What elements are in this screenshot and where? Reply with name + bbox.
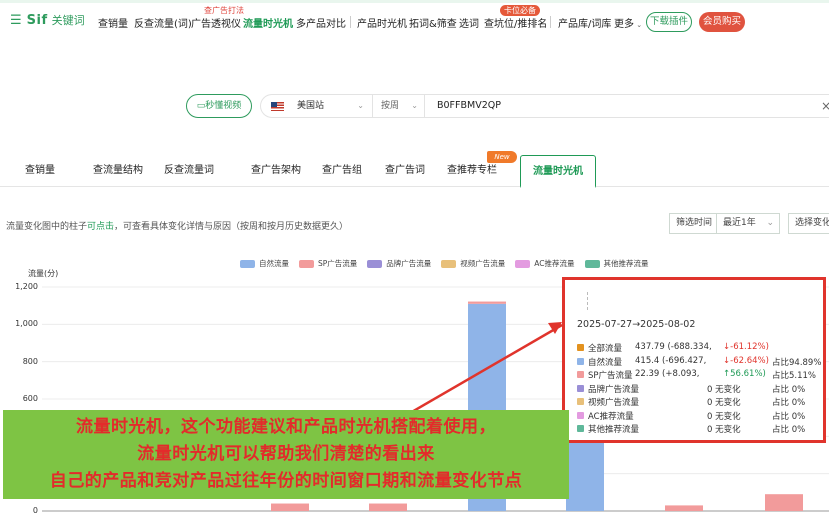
tooltip-row: 品牌广告流量 0 无变化 占比 0% xyxy=(577,383,822,395)
tooltip-date: 2025-07-27→2025-08-02 xyxy=(577,319,696,330)
tooltip-value: 437.79 (-688.334, xyxy=(635,342,712,352)
tooltip-series-name: 品牌广告流量 xyxy=(588,384,640,395)
tooltip-value: 0 无变化 xyxy=(707,411,741,422)
tooltip-value: 0 无变化 xyxy=(707,398,741,408)
banner-line-2: 流量时光机可以帮助我们清楚的看出来 xyxy=(137,444,435,464)
tooltip-share: 占比 0% xyxy=(772,384,806,395)
tooltip-series-name: 视频广告流量 xyxy=(588,398,640,408)
tooltip-series-name: 其他推荐流量 xyxy=(588,425,640,435)
bar-segment-1[interactable] xyxy=(271,503,309,511)
tooltip-row: 自然流量 415.4 (-696.427, ↓-62.64%) 占比94.89% xyxy=(577,356,822,368)
tooltip-swatch xyxy=(577,411,584,419)
tooltip-series-name: AC推荐流量 xyxy=(588,411,634,422)
tooltip-value: 415.4 (-696.427, xyxy=(635,355,707,366)
tooltip-row: 视频广告流量 0 无变化 占比 0% xyxy=(577,396,822,408)
tooltip-value: 0 无变化 xyxy=(707,425,741,435)
tooltip-swatch xyxy=(577,344,584,351)
tooltip-pointer-line xyxy=(587,292,588,310)
tooltip-swatch xyxy=(577,398,584,405)
bar-segment-0[interactable] xyxy=(566,433,604,511)
tooltip-percent-change: ↑56.61%) xyxy=(723,369,766,379)
bar-segment-1[interactable] xyxy=(468,301,506,304)
annotation-banner: 流量时光机，这个功能建议和产品时光机搭配着使用， 流量时光机可以帮助我们清楚的看… xyxy=(3,410,569,499)
tooltip-swatch xyxy=(577,425,584,432)
banner-line-1: 流量时光机，这个功能建议和产品时光机搭配着使用， xyxy=(76,417,496,437)
banner-line-3: 自己的产品和竞对产品过往年份的时间窗口期和流量变化节点 xyxy=(49,471,523,491)
tooltip-share: 占比 0% xyxy=(772,398,806,408)
tooltip-percent-change: ↓-61.12%) xyxy=(723,342,769,352)
tooltip-row: 其他推荐流量 0 无变化 占比 0% xyxy=(577,423,822,435)
bar-segment-1[interactable] xyxy=(665,505,703,511)
tooltip-swatch xyxy=(577,357,584,365)
chart-tooltip: 2025-07-27→2025-08-02 全部流量 437.79 (-688.3… xyxy=(562,277,826,443)
tooltip-share: 占比 0% xyxy=(772,411,806,422)
tooltip-percent-change: ↓-62.64%) xyxy=(723,355,769,366)
bar-segment-1[interactable] xyxy=(765,494,803,511)
bar-segment-1[interactable] xyxy=(369,503,407,511)
tooltip-share: 占比 0% xyxy=(772,425,806,435)
tooltip-row: AC推荐流量 0 无变化 占比 0% xyxy=(577,410,822,422)
tooltip-series-name: SP广告流量 xyxy=(588,371,633,381)
tooltip-share: 占比5.11% xyxy=(772,371,817,381)
tooltip-value: 22.39 (+8.093, xyxy=(635,369,700,379)
tooltip-swatch xyxy=(577,371,584,378)
tooltip-share: 占比94.89% xyxy=(772,357,822,368)
tooltip-value: 0 无变化 xyxy=(707,384,741,395)
tooltip-series-name: 全部流量 xyxy=(588,344,623,354)
tooltip-swatch xyxy=(577,384,584,392)
tooltip-series-name: 自然流量 xyxy=(588,357,623,368)
tooltip-row: 全部流量 437.79 (-688.334, ↓-61.12%) xyxy=(577,342,822,354)
tooltip-row: SP广告流量 22.39 (+8.093, ↑56.61%) 占比5.11% xyxy=(577,369,822,381)
